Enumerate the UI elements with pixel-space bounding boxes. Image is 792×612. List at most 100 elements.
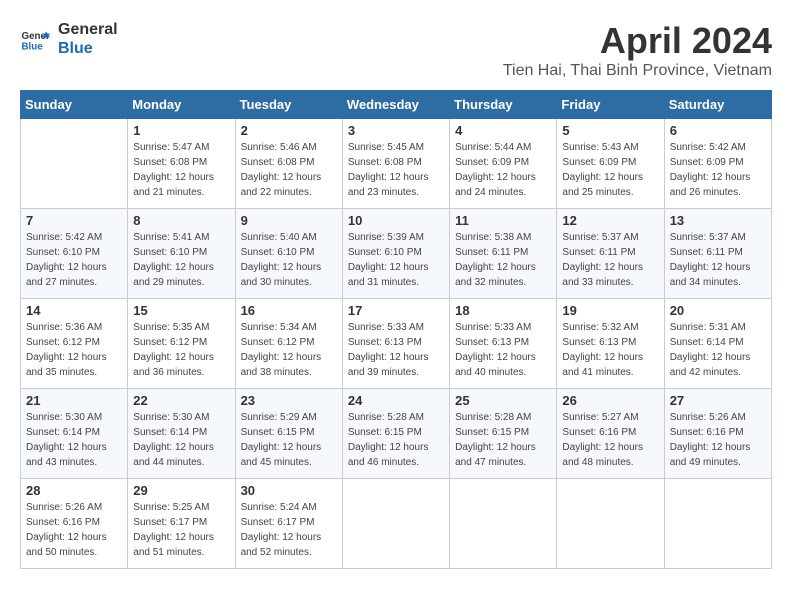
- page-header: General Blue General Blue April 2024 Tie…: [20, 20, 772, 80]
- calendar-cell: 12 Sunrise: 5:37 AMSunset: 6:11 PMDaylig…: [557, 209, 664, 299]
- day-number: 25: [455, 393, 551, 408]
- calendar-cell: 4 Sunrise: 5:44 AMSunset: 6:09 PMDayligh…: [450, 119, 557, 209]
- weekday-header: Sunday: [21, 91, 128, 119]
- day-number: 29: [133, 483, 229, 498]
- day-info: Sunrise: 5:29 AMSunset: 6:15 PMDaylight:…: [241, 410, 337, 470]
- calendar-cell: 20 Sunrise: 5:31 AMSunset: 6:14 PMDaylig…: [664, 299, 771, 389]
- calendar-cell: 8 Sunrise: 5:41 AMSunset: 6:10 PMDayligh…: [128, 209, 235, 299]
- weekday-header: Saturday: [664, 91, 771, 119]
- day-number: 22: [133, 393, 229, 408]
- day-number: 4: [455, 123, 551, 138]
- logo-icon: General Blue: [20, 24, 50, 54]
- day-info: Sunrise: 5:46 AMSunset: 6:08 PMDaylight:…: [241, 140, 337, 200]
- day-info: Sunrise: 5:42 AMSunset: 6:09 PMDaylight:…: [670, 140, 766, 200]
- calendar-cell: [664, 479, 771, 569]
- day-number: 28: [26, 483, 122, 498]
- calendar-week-row: 7 Sunrise: 5:42 AMSunset: 6:10 PMDayligh…: [21, 209, 772, 299]
- calendar-cell: 7 Sunrise: 5:42 AMSunset: 6:10 PMDayligh…: [21, 209, 128, 299]
- day-info: Sunrise: 5:44 AMSunset: 6:09 PMDaylight:…: [455, 140, 551, 200]
- calendar-week-row: 1 Sunrise: 5:47 AMSunset: 6:08 PMDayligh…: [21, 119, 772, 209]
- day-info: Sunrise: 5:30 AMSunset: 6:14 PMDaylight:…: [133, 410, 229, 470]
- calendar-cell: 10 Sunrise: 5:39 AMSunset: 6:10 PMDaylig…: [342, 209, 449, 299]
- day-number: 10: [348, 213, 444, 228]
- day-info: Sunrise: 5:35 AMSunset: 6:12 PMDaylight:…: [133, 320, 229, 380]
- calendar-cell: 17 Sunrise: 5:33 AMSunset: 6:13 PMDaylig…: [342, 299, 449, 389]
- calendar-cell: 24 Sunrise: 5:28 AMSunset: 6:15 PMDaylig…: [342, 389, 449, 479]
- day-number: 3: [348, 123, 444, 138]
- day-number: 9: [241, 213, 337, 228]
- weekday-header: Tuesday: [235, 91, 342, 119]
- day-info: Sunrise: 5:33 AMSunset: 6:13 PMDaylight:…: [348, 320, 444, 380]
- calendar-cell: 16 Sunrise: 5:34 AMSunset: 6:12 PMDaylig…: [235, 299, 342, 389]
- location-title: Tien Hai, Thai Binh Province, Vietnam: [503, 62, 772, 80]
- calendar-cell: 21 Sunrise: 5:30 AMSunset: 6:14 PMDaylig…: [21, 389, 128, 479]
- day-info: Sunrise: 5:28 AMSunset: 6:15 PMDaylight:…: [348, 410, 444, 470]
- day-info: Sunrise: 5:41 AMSunset: 6:10 PMDaylight:…: [133, 230, 229, 290]
- calendar-cell: 26 Sunrise: 5:27 AMSunset: 6:16 PMDaylig…: [557, 389, 664, 479]
- calendar-cell: [450, 479, 557, 569]
- calendar-cell: 30 Sunrise: 5:24 AMSunset: 6:17 PMDaylig…: [235, 479, 342, 569]
- day-info: Sunrise: 5:28 AMSunset: 6:15 PMDaylight:…: [455, 410, 551, 470]
- day-info: Sunrise: 5:27 AMSunset: 6:16 PMDaylight:…: [562, 410, 658, 470]
- calendar-cell: 22 Sunrise: 5:30 AMSunset: 6:14 PMDaylig…: [128, 389, 235, 479]
- day-number: 21: [26, 393, 122, 408]
- day-number: 2: [241, 123, 337, 138]
- day-number: 1: [133, 123, 229, 138]
- day-number: 13: [670, 213, 766, 228]
- calendar-cell: 14 Sunrise: 5:36 AMSunset: 6:12 PMDaylig…: [21, 299, 128, 389]
- day-number: 19: [562, 303, 658, 318]
- day-info: Sunrise: 5:30 AMSunset: 6:14 PMDaylight:…: [26, 410, 122, 470]
- calendar-cell: 19 Sunrise: 5:32 AMSunset: 6:13 PMDaylig…: [557, 299, 664, 389]
- day-info: Sunrise: 5:42 AMSunset: 6:10 PMDaylight:…: [26, 230, 122, 290]
- day-number: 15: [133, 303, 229, 318]
- day-info: Sunrise: 5:31 AMSunset: 6:14 PMDaylight:…: [670, 320, 766, 380]
- day-info: Sunrise: 5:36 AMSunset: 6:12 PMDaylight:…: [26, 320, 122, 380]
- calendar-cell: 13 Sunrise: 5:37 AMSunset: 6:11 PMDaylig…: [664, 209, 771, 299]
- day-info: Sunrise: 5:26 AMSunset: 6:16 PMDaylight:…: [670, 410, 766, 470]
- day-number: 5: [562, 123, 658, 138]
- logo: General Blue General Blue: [20, 20, 118, 58]
- calendar-cell: 3 Sunrise: 5:45 AMSunset: 6:08 PMDayligh…: [342, 119, 449, 209]
- calendar-cell: 23 Sunrise: 5:29 AMSunset: 6:15 PMDaylig…: [235, 389, 342, 479]
- day-number: 6: [670, 123, 766, 138]
- day-info: Sunrise: 5:37 AMSunset: 6:11 PMDaylight:…: [562, 230, 658, 290]
- calendar-cell: 27 Sunrise: 5:26 AMSunset: 6:16 PMDaylig…: [664, 389, 771, 479]
- calendar-cell: 25 Sunrise: 5:28 AMSunset: 6:15 PMDaylig…: [450, 389, 557, 479]
- title-section: April 2024 Tien Hai, Thai Binh Province,…: [503, 20, 772, 80]
- day-info: Sunrise: 5:24 AMSunset: 6:17 PMDaylight:…: [241, 500, 337, 560]
- calendar-week-row: 21 Sunrise: 5:30 AMSunset: 6:14 PMDaylig…: [21, 389, 772, 479]
- day-info: Sunrise: 5:33 AMSunset: 6:13 PMDaylight:…: [455, 320, 551, 380]
- header-row: SundayMondayTuesdayWednesdayThursdayFrid…: [21, 91, 772, 119]
- day-info: Sunrise: 5:37 AMSunset: 6:11 PMDaylight:…: [670, 230, 766, 290]
- calendar-cell: 18 Sunrise: 5:33 AMSunset: 6:13 PMDaylig…: [450, 299, 557, 389]
- day-info: Sunrise: 5:45 AMSunset: 6:08 PMDaylight:…: [348, 140, 444, 200]
- calendar-week-row: 28 Sunrise: 5:26 AMSunset: 6:16 PMDaylig…: [21, 479, 772, 569]
- day-number: 23: [241, 393, 337, 408]
- calendar-cell: 15 Sunrise: 5:35 AMSunset: 6:12 PMDaylig…: [128, 299, 235, 389]
- day-info: Sunrise: 5:39 AMSunset: 6:10 PMDaylight:…: [348, 230, 444, 290]
- day-number: 18: [455, 303, 551, 318]
- day-number: 12: [562, 213, 658, 228]
- day-number: 30: [241, 483, 337, 498]
- calendar-cell: 28 Sunrise: 5:26 AMSunset: 6:16 PMDaylig…: [21, 479, 128, 569]
- day-number: 17: [348, 303, 444, 318]
- calendar-cell: 5 Sunrise: 5:43 AMSunset: 6:09 PMDayligh…: [557, 119, 664, 209]
- weekday-header: Friday: [557, 91, 664, 119]
- day-number: 27: [670, 393, 766, 408]
- calendar-cell: [557, 479, 664, 569]
- day-number: 24: [348, 393, 444, 408]
- day-number: 7: [26, 213, 122, 228]
- day-number: 16: [241, 303, 337, 318]
- weekday-header: Monday: [128, 91, 235, 119]
- calendar-table: SundayMondayTuesdayWednesdayThursdayFrid…: [20, 90, 772, 569]
- svg-text:Blue: Blue: [22, 42, 44, 53]
- day-info: Sunrise: 5:26 AMSunset: 6:16 PMDaylight:…: [26, 500, 122, 560]
- day-info: Sunrise: 5:25 AMSunset: 6:17 PMDaylight:…: [133, 500, 229, 560]
- day-info: Sunrise: 5:34 AMSunset: 6:12 PMDaylight:…: [241, 320, 337, 380]
- calendar-cell: 2 Sunrise: 5:46 AMSunset: 6:08 PMDayligh…: [235, 119, 342, 209]
- day-number: 20: [670, 303, 766, 318]
- day-info: Sunrise: 5:47 AMSunset: 6:08 PMDaylight:…: [133, 140, 229, 200]
- calendar-cell: 6 Sunrise: 5:42 AMSunset: 6:09 PMDayligh…: [664, 119, 771, 209]
- day-number: 8: [133, 213, 229, 228]
- logo-text-blue: Blue: [58, 39, 118, 58]
